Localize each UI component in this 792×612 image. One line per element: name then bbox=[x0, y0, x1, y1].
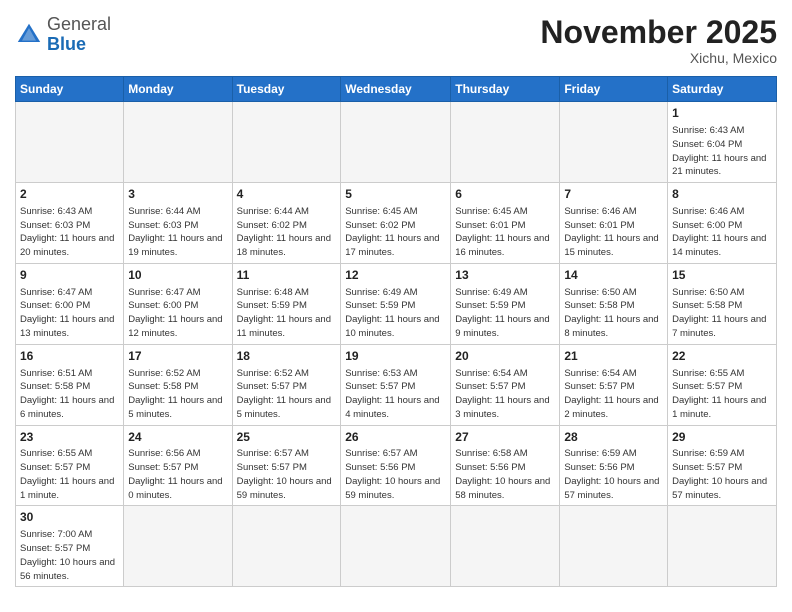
day-empty bbox=[560, 506, 668, 587]
day-29: 29 Sunrise: 6:59 AMSunset: 5:57 PMDaylig… bbox=[668, 425, 777, 506]
day-empty bbox=[341, 102, 451, 183]
day-empty bbox=[124, 102, 232, 183]
week-row-4: 16 Sunrise: 6:51 AMSunset: 5:58 PMDaylig… bbox=[16, 344, 777, 425]
day-empty bbox=[451, 102, 560, 183]
logo-blue: Blue bbox=[47, 34, 86, 54]
week-row-6: 30 Sunrise: 7:00 AMSunset: 5:57 PMDaylig… bbox=[16, 506, 777, 587]
header-friday: Friday bbox=[560, 77, 668, 102]
day-28: 28 Sunrise: 6:59 AMSunset: 5:56 PMDaylig… bbox=[560, 425, 668, 506]
day-12: 12 Sunrise: 6:49 AMSunset: 5:59 PMDaylig… bbox=[341, 263, 451, 344]
day-1: 1 Sunrise: 6:43 AMSunset: 6:04 PMDayligh… bbox=[668, 102, 777, 183]
location: Xichu, Mexico bbox=[540, 50, 777, 66]
day-4: 4 Sunrise: 6:44 AMSunset: 6:02 PMDayligh… bbox=[232, 183, 341, 264]
day-empty bbox=[560, 102, 668, 183]
calendar-table: Sunday Monday Tuesday Wednesday Thursday… bbox=[15, 76, 777, 587]
header: General Blue November 2025 Xichu, Mexico bbox=[15, 15, 777, 66]
day-20: 20 Sunrise: 6:54 AMSunset: 5:57 PMDaylig… bbox=[451, 344, 560, 425]
header-thursday: Thursday bbox=[451, 77, 560, 102]
day-empty bbox=[124, 506, 232, 587]
day-30: 30 Sunrise: 7:00 AMSunset: 5:57 PMDaylig… bbox=[16, 506, 124, 587]
weekday-header-row: Sunday Monday Tuesday Wednesday Thursday… bbox=[16, 77, 777, 102]
day-23: 23 Sunrise: 6:55 AMSunset: 5:57 PMDaylig… bbox=[16, 425, 124, 506]
day-empty bbox=[232, 506, 341, 587]
day-27: 27 Sunrise: 6:58 AMSunset: 5:56 PMDaylig… bbox=[451, 425, 560, 506]
day-empty bbox=[16, 102, 124, 183]
day-10: 10 Sunrise: 6:47 AMSunset: 6:00 PMDaylig… bbox=[124, 263, 232, 344]
day-25: 25 Sunrise: 6:57 AMSunset: 5:57 PMDaylig… bbox=[232, 425, 341, 506]
week-row-1: 1 Sunrise: 6:43 AMSunset: 6:04 PMDayligh… bbox=[16, 102, 777, 183]
day-8: 8 Sunrise: 6:46 AMSunset: 6:00 PMDayligh… bbox=[668, 183, 777, 264]
header-monday: Monday bbox=[124, 77, 232, 102]
day-7: 7 Sunrise: 6:46 AMSunset: 6:01 PMDayligh… bbox=[560, 183, 668, 264]
day-5: 5 Sunrise: 6:45 AMSunset: 6:02 PMDayligh… bbox=[341, 183, 451, 264]
day-14: 14 Sunrise: 6:50 AMSunset: 5:58 PMDaylig… bbox=[560, 263, 668, 344]
title-block: November 2025 Xichu, Mexico bbox=[540, 15, 777, 66]
day-3: 3 Sunrise: 6:44 AMSunset: 6:03 PMDayligh… bbox=[124, 183, 232, 264]
week-row-5: 23 Sunrise: 6:55 AMSunset: 5:57 PMDaylig… bbox=[16, 425, 777, 506]
logo-general: General bbox=[47, 14, 111, 34]
day-11: 11 Sunrise: 6:48 AMSunset: 5:59 PMDaylig… bbox=[232, 263, 341, 344]
day-13: 13 Sunrise: 6:49 AMSunset: 5:59 PMDaylig… bbox=[451, 263, 560, 344]
day-15: 15 Sunrise: 6:50 AMSunset: 5:58 PMDaylig… bbox=[668, 263, 777, 344]
day-22: 22 Sunrise: 6:55 AMSunset: 5:57 PMDaylig… bbox=[668, 344, 777, 425]
day-empty bbox=[668, 506, 777, 587]
logo-text: General Blue bbox=[47, 15, 111, 55]
day-18: 18 Sunrise: 6:52 AMSunset: 5:57 PMDaylig… bbox=[232, 344, 341, 425]
day-17: 17 Sunrise: 6:52 AMSunset: 5:58 PMDaylig… bbox=[124, 344, 232, 425]
day-9: 9 Sunrise: 6:47 AMSunset: 6:00 PMDayligh… bbox=[16, 263, 124, 344]
header-saturday: Saturday bbox=[668, 77, 777, 102]
day-26: 26 Sunrise: 6:57 AMSunset: 5:56 PMDaylig… bbox=[341, 425, 451, 506]
day-empty bbox=[341, 506, 451, 587]
day-24: 24 Sunrise: 6:56 AMSunset: 5:57 PMDaylig… bbox=[124, 425, 232, 506]
week-row-3: 9 Sunrise: 6:47 AMSunset: 6:00 PMDayligh… bbox=[16, 263, 777, 344]
header-wednesday: Wednesday bbox=[341, 77, 451, 102]
day-19: 19 Sunrise: 6:53 AMSunset: 5:57 PMDaylig… bbox=[341, 344, 451, 425]
logo: General Blue bbox=[15, 15, 111, 55]
day-21: 21 Sunrise: 6:54 AMSunset: 5:57 PMDaylig… bbox=[560, 344, 668, 425]
day-6: 6 Sunrise: 6:45 AMSunset: 6:01 PMDayligh… bbox=[451, 183, 560, 264]
month-title: November 2025 bbox=[540, 15, 777, 50]
logo-icon bbox=[15, 21, 43, 49]
page: General Blue November 2025 Xichu, Mexico… bbox=[0, 0, 792, 612]
week-row-2: 2 Sunrise: 6:43 AMSunset: 6:03 PMDayligh… bbox=[16, 183, 777, 264]
day-16: 16 Sunrise: 6:51 AMSunset: 5:58 PMDaylig… bbox=[16, 344, 124, 425]
day-empty bbox=[232, 102, 341, 183]
header-tuesday: Tuesday bbox=[232, 77, 341, 102]
day-2: 2 Sunrise: 6:43 AMSunset: 6:03 PMDayligh… bbox=[16, 183, 124, 264]
header-sunday: Sunday bbox=[16, 77, 124, 102]
day-empty bbox=[451, 506, 560, 587]
